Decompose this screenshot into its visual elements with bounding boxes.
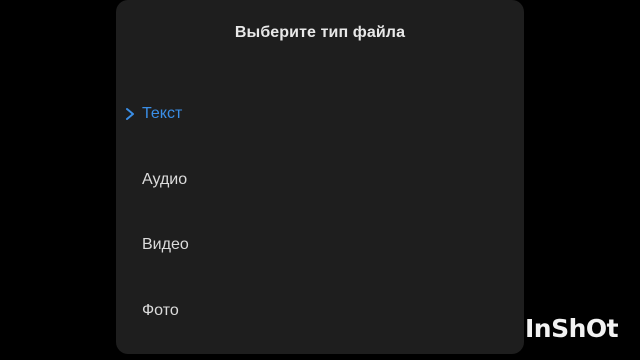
- inshot-watermark: InShOt: [525, 314, 619, 343]
- option-label: Аудио: [142, 171, 188, 188]
- file-type-dialog: Выберите тип файла Текст Аудио Видео Фот…: [116, 0, 524, 354]
- option-label: Фото: [142, 302, 179, 319]
- chevron-right-icon: [124, 107, 136, 121]
- option-photo[interactable]: Фото: [116, 286, 524, 336]
- option-audio[interactable]: Аудио: [116, 155, 524, 205]
- dialog-title: Выберите тип файла: [234, 24, 406, 41]
- option-label: Текст: [142, 105, 183, 122]
- screen: Выберите тип файла Текст Аудио Видео Фот…: [0, 0, 640, 360]
- option-text[interactable]: Текст: [116, 89, 524, 139]
- option-video[interactable]: Видео: [116, 220, 524, 270]
- option-label: Видео: [142, 236, 189, 253]
